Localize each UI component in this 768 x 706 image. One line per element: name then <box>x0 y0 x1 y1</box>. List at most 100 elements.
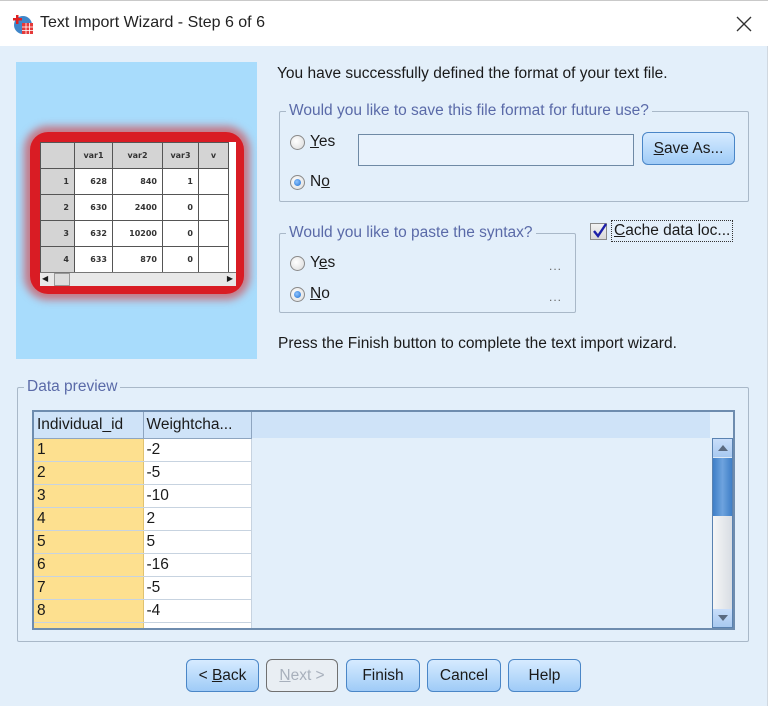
table-row: 3 -10 <box>34 484 252 508</box>
finish-button[interactable]: Finish <box>346 659 420 692</box>
scroll-down-button[interactable] <box>713 609 732 627</box>
illus-row-header: 3 <box>40 220 75 247</box>
intro-text: You have successfully defined the format… <box>277 65 668 82</box>
cell-weightchange: 5 <box>143 530 252 554</box>
illus-cell: 633 <box>74 246 113 273</box>
wizard-illustration: var1 var2 var3 v 1 628 840 1 2 630 2400 … <box>16 62 257 359</box>
cell-individual-id: 4 <box>34 507 144 531</box>
illustration-table: var1 var2 var3 v 1 628 840 1 2 630 2400 … <box>40 142 236 286</box>
close-icon <box>736 16 752 32</box>
vertical-scrollbar[interactable] <box>712 438 733 628</box>
triangle-down-icon <box>717 615 728 621</box>
table-row: 8 -4 <box>34 599 252 623</box>
paste-syntax-yes-label: Yes <box>310 254 336 271</box>
save-format-legend: Would you like to save this file format … <box>289 102 649 119</box>
table-row: 1 -2 <box>34 438 252 462</box>
cell-weightchange <box>143 622 252 628</box>
illus-cell: 628 <box>74 168 113 195</box>
illus-cell <box>198 246 229 273</box>
cell-weightchange: -10 <box>143 484 252 508</box>
illus-cell: 0 <box>162 220 199 247</box>
table-row: 4 2 <box>34 507 252 531</box>
back-button[interactable]: < Back <box>186 659 259 692</box>
illus-header-cell <box>40 142 75 169</box>
radio-unchecked-icon <box>290 134 305 150</box>
illus-header-cell: var3 <box>162 142 199 169</box>
cancel-button[interactable]: Cancel <box>427 659 501 692</box>
column-header-individual-id[interactable]: Individual_id <box>34 412 144 439</box>
illus-scroll-thumb <box>54 273 70 286</box>
illus-cell <box>198 168 229 195</box>
close-button[interactable] <box>722 7 766 41</box>
radio-checked-icon <box>290 174 305 190</box>
scroll-right-icon: ▶ <box>226 274 233 283</box>
illus-cell: 630 <box>74 194 113 221</box>
save-format-no-label: No <box>310 173 330 190</box>
paste-syntax-no-radio[interactable]: No <box>290 285 330 303</box>
paste-syntax-yes-radio[interactable]: Yes <box>290 254 335 272</box>
paste-syntax-no-label: No <box>310 285 330 302</box>
wizard-body: var1 var2 var3 v 1 628 840 1 2 630 2400 … <box>0 46 768 706</box>
spss-data-icon <box>12 13 34 35</box>
paste-syntax-yes-ellipsis: ... <box>549 259 563 273</box>
table-row: 5 5 <box>34 530 252 554</box>
illus-cell: 870 <box>112 246 163 273</box>
table-row: 6 -16 <box>34 553 252 577</box>
scrollbar-thumb[interactable] <box>713 458 732 516</box>
finish-instruction-text: Press the Finish button to complete the … <box>278 335 677 352</box>
scroll-left-icon: ◀ <box>42 274 49 283</box>
illus-cell: 2400 <box>112 194 163 221</box>
title-bar: Text Import Wizard - Step 6 of 6 <box>0 0 768 46</box>
radio-checked-icon <box>290 286 305 302</box>
paste-syntax-legend: Would you like to paste the syntax? <box>289 224 533 241</box>
cell-weightchange: -4 <box>143 599 252 623</box>
illus-header-cell: v <box>198 142 229 169</box>
cell-individual-id: 3 <box>34 484 144 508</box>
save-format-yes-radio[interactable]: Yes <box>290 133 335 151</box>
cell-individual-id: 5 <box>34 530 144 554</box>
table-row-partial <box>34 622 252 628</box>
illus-row-header: 4 <box>40 246 75 273</box>
cell-individual-id: 1 <box>34 438 144 462</box>
cell-weightchange: -2 <box>143 438 252 462</box>
illus-cell: 0 <box>162 194 199 221</box>
cell-weightchange: -5 <box>143 461 252 485</box>
scrollbar-track[interactable] <box>713 516 732 609</box>
cell-individual-id: 2 <box>34 461 144 485</box>
table-row: 7 -5 <box>34 576 252 600</box>
illus-cell <box>198 194 229 221</box>
radio-unchecked-icon <box>290 255 305 271</box>
illus-header-cell: var2 <box>112 142 163 169</box>
window-title: Text Import Wizard - Step 6 of 6 <box>40 14 265 31</box>
cell-weightchange: 2 <box>143 507 252 531</box>
illus-cell: 840 <box>112 168 163 195</box>
illus-cell <box>198 220 229 247</box>
data-preview-legend: Data preview <box>27 378 118 395</box>
illus-header-cell: var1 <box>74 142 113 169</box>
illus-cell: 1 <box>162 168 199 195</box>
data-preview-grid[interactable]: Individual_id Weightcha... 1 -2 2 -5 3 -… <box>32 410 735 630</box>
next-button[interactable]: Next > <box>266 659 338 692</box>
cell-weightchange: -16 <box>143 553 252 577</box>
illus-cell: 0 <box>162 246 199 273</box>
save-format-no-radio[interactable]: No <box>290 173 330 191</box>
cell-weightchange: -5 <box>143 576 252 600</box>
checkbox-checked-icon <box>590 222 607 240</box>
illus-cell: 632 <box>74 220 113 247</box>
cell-individual-id: 6 <box>34 553 144 577</box>
triangle-up-icon <box>717 445 728 451</box>
cache-data-label: Cache data loc... <box>611 220 734 242</box>
cell-individual-id <box>34 622 144 628</box>
cell-individual-id: 7 <box>34 576 144 600</box>
save-format-path-input[interactable] <box>358 134 634 166</box>
table-row: 2 -5 <box>34 461 252 485</box>
cache-data-checkbox[interactable]: Cache data loc... <box>590 220 734 242</box>
illus-scrollbar: ◀ ▶ <box>40 272 236 286</box>
save-as-button[interactable]: Save As... <box>642 132 735 165</box>
scroll-up-button[interactable] <box>713 439 732 457</box>
save-format-yes-label: Yes <box>310 133 336 150</box>
help-button[interactable]: Help <box>508 659 581 692</box>
column-header-weightchange[interactable]: Weightcha... <box>143 412 252 439</box>
cell-individual-id: 8 <box>34 599 144 623</box>
illus-row-header: 1 <box>40 168 75 195</box>
